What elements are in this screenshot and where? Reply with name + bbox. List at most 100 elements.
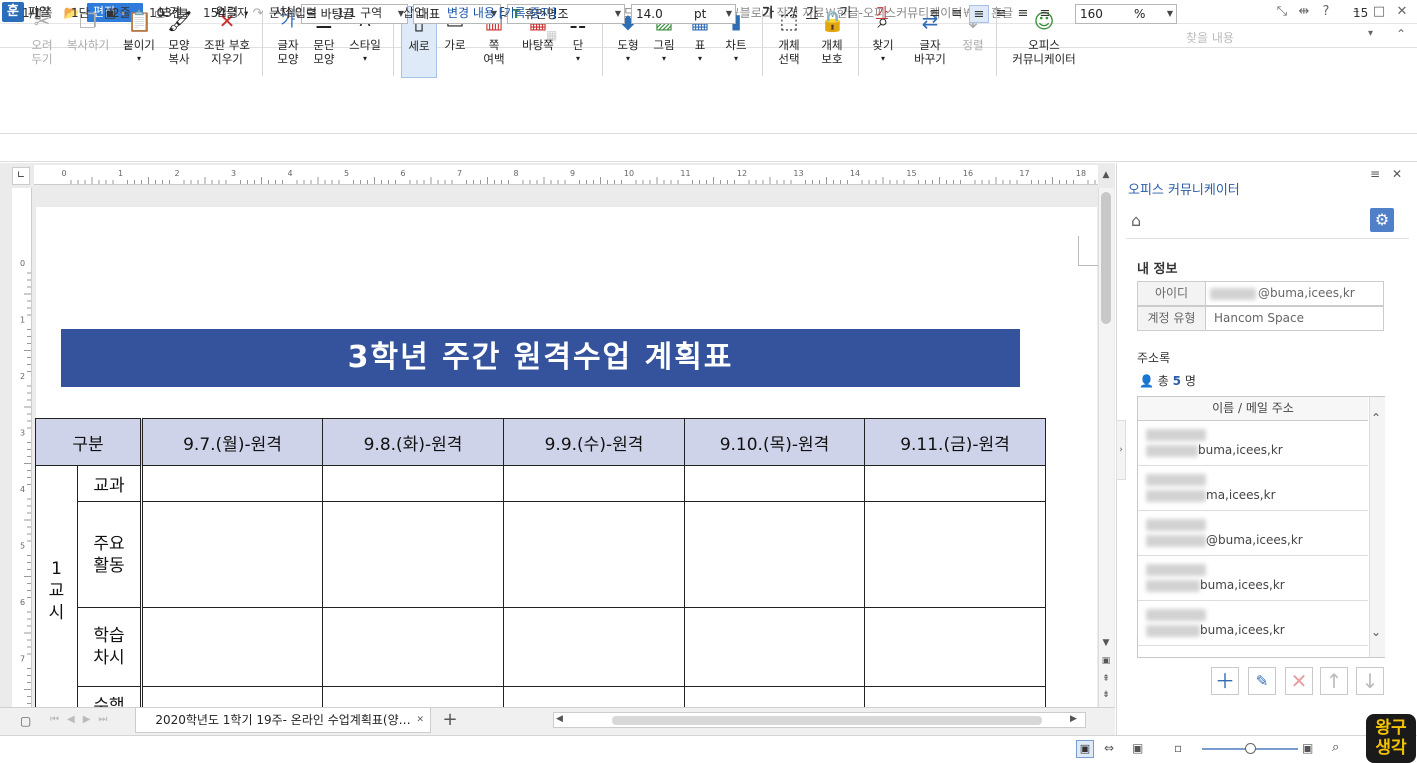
table-cell[interactable] [684,501,865,608]
align-justify-icon[interactable]: ≡ [925,5,945,23]
table-header-cell[interactable]: 9.7.(월)-원격 [141,418,323,466]
align-distribute-icon[interactable]: ≡ [1013,5,1033,23]
blurred-name [1146,609,1206,621]
add-contact-button[interactable]: ＋ [1211,667,1239,695]
tab-close-icon[interactable]: ✕ [416,708,424,732]
move-down-button[interactable]: ↓ [1356,667,1384,695]
horizontal-ruler[interactable]: 012345678910111213141516171819 [34,165,1098,185]
underline-button[interactable]: 가 [802,5,822,23]
scroll-right-icon[interactable]: ▶ [1070,714,1077,724]
table-cell[interactable] [503,465,685,502]
scroll-down-icon[interactable]: ▼ [1100,638,1112,650]
add-tab-button[interactable]: + [436,708,464,733]
table-cell[interactable] [864,501,1046,608]
zoom-out-icon[interactable]: ▫ [1174,741,1182,755]
table-cell[interactable] [141,607,323,687]
ribbon-collapse-icon[interactable]: ⌃ [1396,27,1406,41]
blurred-name [1146,564,1206,576]
home-icon[interactable]: ⌂ [1131,211,1141,230]
ruler-tick-label: 1 [20,316,25,325]
view-normal-icon[interactable]: ▣ [1076,740,1094,758]
table-header-row: 구분 9.7.(월)-원격 9.8.(화)-원격 9.9.(수)-원격 9.10… [35,418,1046,466]
scroll-up-icon[interactable]: ▲ [1100,170,1112,184]
row-label-cell[interactable]: 교과 [77,465,143,502]
search-input[interactable]: 찾을 내용 [1186,29,1234,46]
move-up-button[interactable]: ↑ [1320,667,1348,695]
view-page-icon[interactable]: ▣ [1132,741,1143,755]
italic-button[interactable]: 가 [780,5,800,23]
align-center-icon[interactable]: ≡ [969,5,989,23]
ruler-tick-label: 9 [570,169,575,178]
list-item[interactable]: ma,icees,kr [1138,466,1368,511]
status-position: 103칸 [149,6,183,20]
tab-nav-icon[interactable]: ⏮◀▶⏭ [50,714,115,725]
table-header-cell[interactable]: 9.10.(목)-원격 [684,418,865,466]
contact-scrollbar[interactable]: ⌃ ⌄ [1369,397,1385,657]
ruler-tick-label: 17 [1019,169,1029,178]
align-left-icon[interactable]: ≡ [947,5,967,23]
font-size-input[interactable]: 14.0 pt ▼ [631,4,736,24]
list-item[interactable]: buma,icees,kr [1138,556,1368,601]
tab-list-icon[interactable]: ▢ [20,714,31,728]
panel-collapse-icon[interactable]: › [1116,420,1126,480]
next-page-icon[interactable]: ⇟ [1100,690,1112,702]
table-header-cell[interactable]: 9.9.(수)-원격 [503,418,685,466]
status-mode: 문자 입력 [269,6,317,20]
font-color-button[interactable]: 가 [872,5,892,23]
status-insert[interactable]: 삽입 [399,5,429,22]
status-track-changes[interactable]: 변경 내용 [기록 중지] [443,5,560,22]
table-cell[interactable] [503,607,685,687]
tab-document[interactable]: 2020학년도 1학기 19주- 온라인 수업계획표(양… ✕ [135,708,431,733]
list-item[interactable]: buma,icees,kr [1138,601,1368,646]
table-header-cell[interactable]: 구분 [35,418,143,466]
edit-contact-button[interactable]: ✎ [1248,667,1276,695]
scroll-left-icon[interactable]: ◀ [556,714,563,724]
strike-button[interactable]: 가 [836,5,856,23]
zoom-magnifier-icon[interactable]: ⌕ [1332,740,1339,755]
prev-page-icon[interactable]: ⇞ [1100,674,1112,686]
table-cell[interactable] [684,607,865,687]
align-right-icon[interactable]: ≡ [991,5,1011,23]
zoom-in-icon[interactable]: ▣ [1302,741,1313,755]
panel-close-icon[interactable]: ✕ [1392,167,1402,181]
page-fit-icon[interactable]: ▣ [1100,656,1112,668]
table-cell[interactable] [864,465,1046,502]
fullscreen-icon[interactable]: ⤡ [1272,3,1292,21]
list-item[interactable]: buma,icees,kr [1138,421,1368,466]
panel-menu-icon[interactable]: ≡ [1370,167,1380,181]
search-dropdown-icon[interactable]: ▾ [1368,28,1373,39]
contact-list[interactable]: 이름 / 메일 주소 buma,icees,kr ma,icees,kr @bu… [1137,396,1385,658]
table-cell[interactable] [322,501,504,608]
delete-contact-button[interactable]: ✕ [1285,667,1313,695]
vertical-ruler[interactable]: 0123456789 [12,188,32,708]
zoom-input[interactable]: 160% ▼ [1075,4,1177,24]
table-header-cell[interactable]: 9.8.(화)-원격 [322,418,504,466]
gear-icon[interactable]: ⚙ [1370,208,1394,232]
ruler-corner-icon[interactable]: ∟ [12,167,30,185]
row-label-cell[interactable]: 주요 활동 [77,501,143,608]
close-icon[interactable]: ✕ [1392,3,1412,21]
align-divide-icon[interactable]: ≡ [1035,5,1055,23]
period-cell[interactable]: 1 교 시 [35,465,78,717]
bold-button[interactable]: 가 [758,5,778,23]
table-cell[interactable] [322,607,504,687]
document-banner[interactable]: 3학년 주간 원격수업 계획표 [61,329,1020,387]
zoom-slider-handle[interactable] [1245,743,1256,754]
table-cell[interactable] [141,501,323,608]
table-cell[interactable] [684,465,865,502]
row-label-cell[interactable]: 학습 차시 [77,607,143,687]
scroll-down-icon[interactable]: ⌄ [1371,625,1381,639]
table-cell[interactable] [141,465,323,502]
horizontal-scroll-thumb[interactable] [612,716,1042,725]
help-icon[interactable]: ? [1316,3,1336,21]
scroll-up-icon[interactable]: ⌃ [1371,411,1381,425]
table-cell[interactable] [322,465,504,502]
table-cell[interactable] [864,607,1046,687]
plan-table[interactable]: 구분 9.7.(월)-원격 9.8.(화)-원격 9.9.(수)-원격 9.10… [35,418,1046,717]
view-width-icon[interactable]: ⇔ [1104,741,1114,755]
table-cell[interactable] [503,501,685,608]
table-header-cell[interactable]: 9.11.(금)-원격 [864,418,1046,466]
split-icon[interactable]: ⇹ [1294,3,1314,21]
list-item[interactable]: @buma,icees,kr [1138,511,1368,556]
vertical-scroll-thumb[interactable] [1101,192,1111,324]
